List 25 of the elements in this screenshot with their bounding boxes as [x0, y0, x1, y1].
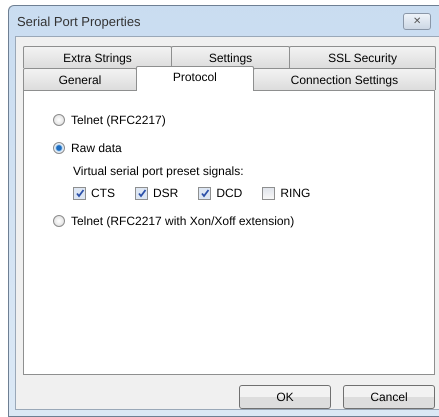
close-button[interactable]: ✕: [403, 12, 431, 30]
radio-label: Telnet (RFC2217): [71, 113, 166, 127]
radio-button[interactable]: [53, 114, 65, 126]
dialog-button[interactable]: OK: [239, 385, 331, 409]
checkbox-label: RING: [280, 186, 310, 200]
tab[interactable]: General: [23, 68, 137, 90]
window-title: Serial Port Properties: [17, 14, 141, 28]
checkbox-label: DCD: [216, 186, 242, 200]
checkbox[interactable]: [262, 186, 276, 200]
tab[interactable]: Protocol: [136, 66, 254, 91]
checkbox[interactable]: [135, 186, 148, 200]
tab[interactable]: Extra Strings: [23, 46, 172, 68]
checkbox[interactable]: [198, 186, 212, 200]
radio-label: Raw data: [71, 141, 122, 155]
radio-button[interactable]: [53, 142, 65, 154]
tab[interactable]: Settings: [170, 46, 290, 68]
checkbox-label: DSR: [153, 186, 178, 200]
checkbox-label: CTS: [91, 186, 115, 200]
signals-label: Virtual serial port preset signals:: [73, 164, 245, 178]
radio-button[interactable]: [53, 215, 65, 227]
checkbox[interactable]: [73, 186, 86, 200]
radio-label: Telnet (RFC2217 with Xon/Xoff extension): [71, 214, 294, 228]
dialog-button[interactable]: Cancel: [343, 385, 435, 409]
tab[interactable]: Connection Settings: [252, 68, 436, 90]
tab[interactable]: SSL Security: [289, 46, 436, 68]
